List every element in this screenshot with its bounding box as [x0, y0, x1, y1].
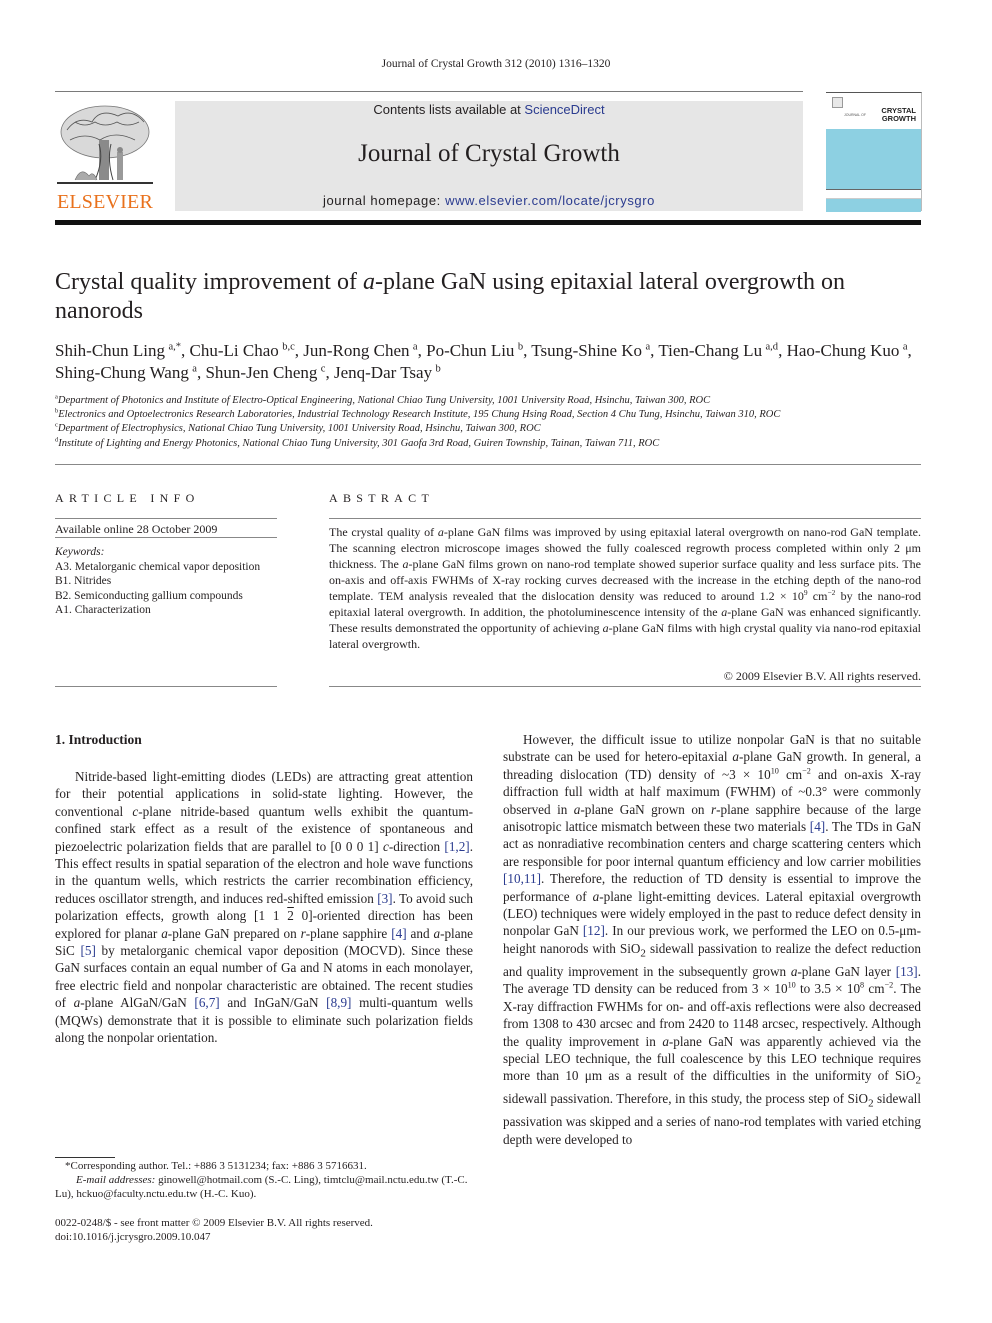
article-info-heading: ARTICLE INFO — [55, 491, 200, 505]
divider — [55, 518, 277, 519]
author[interactable]: Shih-Chun Ling — [55, 341, 165, 360]
divider — [329, 686, 921, 687]
cover-title-line2: GROWTH — [881, 114, 916, 123]
author[interactable]: Tien-Chang Lu — [658, 341, 762, 360]
citation-link[interactable]: [13] — [896, 964, 918, 979]
paragraph: However, the difficult issue to utilize … — [503, 732, 922, 1147]
author-list: Shih-Chun Ling a,*, Chu-Li Chao b,c, Jun… — [55, 340, 935, 384]
author[interactable]: Shun-Jen Cheng — [205, 363, 317, 382]
abstract-text: The crystal quality of a-plane GaN films… — [329, 525, 922, 651]
doi[interactable]: doi:10.1016/j.jcrysgro.2009.10.047 — [55, 1230, 473, 1244]
citation-link[interactable]: [4] — [810, 819, 825, 834]
body-column-right: However, the difficult issue to utilize … — [503, 731, 921, 1148]
affiliation: aDepartment of Photonics and Institute o… — [55, 394, 935, 408]
author[interactable]: Shing-Chung Wang — [55, 363, 189, 382]
affiliation: cDepartment of Electrophysics, National … — [55, 422, 935, 436]
affiliation-text: Department of Electrophysics, National C… — [57, 423, 541, 435]
cover-kicker: JOURNAL OF — [844, 113, 867, 117]
citation-link[interactable]: [12] — [583, 923, 605, 938]
citation-link[interactable]: [5] — [80, 943, 95, 958]
author[interactable]: Chu-Li Chao — [190, 341, 279, 360]
author-affiliation-marker: a,d — [765, 341, 779, 353]
citation-link[interactable]: [8,9] — [326, 995, 351, 1010]
author-affiliation-marker: b,c — [282, 341, 295, 353]
author-separator: , — [907, 341, 912, 360]
keyword: B2. Semiconducting gallium compounds — [55, 589, 243, 602]
author-separator: , — [778, 341, 787, 360]
front-matter: 0022-0248/$ - see front matter © 2009 El… — [55, 1216, 473, 1244]
affiliation-list: aDepartment of Photonics and Institute o… — [55, 394, 935, 451]
keywords-label: Keywords: — [55, 546, 105, 558]
journal-header: Contents lists available at ScienceDirec… — [175, 101, 803, 211]
footnote-rule — [55, 1157, 115, 1158]
cover-title: CRYSTAL GROWTH — [881, 107, 916, 123]
author[interactable]: Po-Chun Liu — [426, 341, 514, 360]
abstract-heading: ABSTRACT — [329, 491, 435, 505]
affiliation-text: Department of Photonics and Institute of… — [57, 395, 711, 406]
affiliation: bElectronics and Optoelectronics Researc… — [55, 408, 935, 422]
citation-link[interactable]: [6,7] — [194, 995, 219, 1010]
article-title: Crystal quality improvement of a-plane G… — [55, 269, 846, 324]
citation-link[interactable]: [10,11] — [503, 871, 541, 886]
author[interactable]: Hao-Chung Kuo — [787, 341, 900, 360]
divider — [329, 518, 921, 519]
publisher-name: ELSEVIER — [56, 191, 154, 213]
header-rule — [55, 91, 803, 92]
affiliation-text: Electronics and Optoelectronics Research… — [58, 409, 781, 421]
author-affiliation-marker: a,* — [168, 341, 182, 353]
author[interactable]: Tsung-Shine Ko — [531, 341, 642, 360]
author-separator: , — [417, 341, 427, 360]
citation-link[interactable]: [1,2] — [444, 839, 469, 854]
available-online: Available online 28 October 2009 — [55, 522, 218, 536]
section-heading-introduction: 1. Introduction — [55, 732, 142, 747]
elsevier-logo[interactable]: ELSEVIER — [55, 100, 155, 212]
contents-line: Contents lists available at ScienceDirec… — [175, 101, 803, 119]
contents-prefix: Contents lists available at — [373, 102, 525, 117]
homepage-line: journal homepage: www.elsevier.com/locat… — [175, 192, 803, 210]
author-separator: , — [294, 341, 304, 360]
footnotes: *Corresponding author. Tel.: +886 3 5131… — [55, 1159, 473, 1201]
homepage-link[interactable]: www.elsevier.com/locate/jcrysgro — [445, 193, 655, 208]
author-separator: , — [325, 363, 334, 382]
paragraph: Nitride-based light-emitting diodes (LED… — [55, 769, 474, 1046]
author[interactable]: Jenq-Dar Tsay — [334, 363, 432, 382]
journal-name: Journal of Crystal Growth — [358, 140, 620, 167]
affiliation-text: Institute of Lighting and Energy Photoni… — [58, 437, 660, 449]
sciencedirect-link[interactable]: ScienceDirect — [524, 102, 604, 117]
running-head: Journal of Crystal Growth 312 (2010) 131… — [381, 58, 611, 70]
keywords: Keywords: A3. Metalorganic chemical vapo… — [55, 545, 277, 618]
elsevier-tree-icon — [57, 105, 153, 184]
divider — [55, 537, 277, 538]
author-affiliation-marker: b — [435, 363, 441, 375]
author-separator: , — [181, 341, 190, 360]
abstract-copyright: © 2009 Elsevier B.V. All rights reserved… — [723, 669, 921, 683]
author[interactable]: Jun-Rong Chen — [303, 341, 409, 360]
cover-publisher-icon — [832, 97, 843, 108]
keyword: B1. Nitrides — [55, 575, 112, 587]
front-matter-copyright: 0022-0248/$ - see front matter © 2009 El… — [55, 1217, 373, 1229]
cover-band-lower — [826, 198, 921, 212]
affiliation: dInstitute of Lighting and Energy Photon… — [55, 436, 935, 451]
journal-cover-thumbnail[interactable]: JOURNAL OF CRYSTAL GROWTH — [826, 92, 922, 212]
divider — [55, 686, 277, 687]
affiliation-rule — [55, 464, 921, 465]
citation-link[interactable]: [3] — [377, 891, 392, 906]
body-column-left: Nitride-based light-emitting diodes (LED… — [55, 768, 473, 1047]
header-thick-rule — [55, 220, 921, 225]
corresponding-author-note: *Corresponding author. Tel.: +886 3 5131… — [65, 1160, 367, 1172]
citation-link[interactable]: [4] — [391, 926, 406, 941]
cover-band — [826, 129, 921, 190]
keyword: A1. Characterization — [55, 604, 151, 616]
homepage-prefix: journal homepage: — [322, 193, 446, 208]
keyword: A3. Metalorganic chemical vapor depositi… — [55, 560, 261, 573]
email-addresses: E-mail addresses: ginowell@hotmail.com (… — [55, 1174, 468, 1200]
